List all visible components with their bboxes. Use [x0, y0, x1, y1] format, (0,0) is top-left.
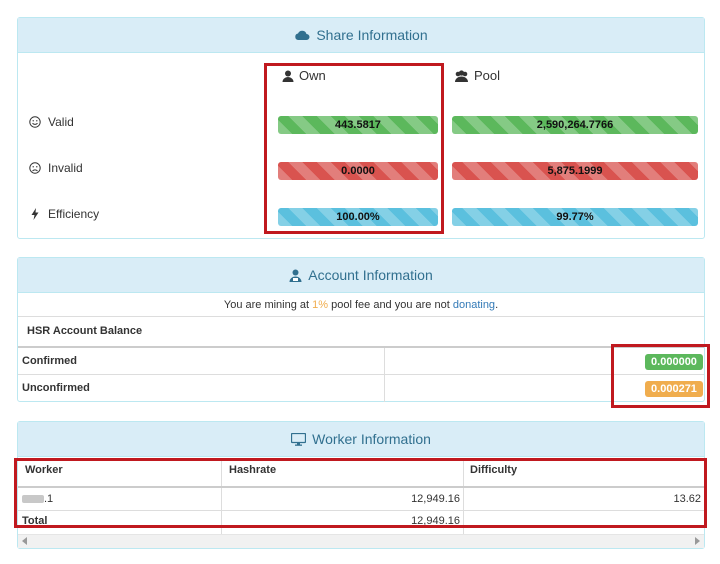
share-information-panel: Share Information Own Pool Valid 443.581…	[17, 17, 705, 239]
hashrate-column-header: Hashrate	[229, 464, 277, 476]
efficiency-pool-bar: 99.77%	[452, 208, 698, 226]
difficulty-column-header: Difficulty	[470, 464, 518, 476]
cloud-icon	[295, 30, 310, 40]
user-icon	[282, 70, 294, 82]
unconfirmed-badge: 0.000271	[645, 381, 703, 397]
own-column-header: Own	[282, 68, 326, 83]
worker-information-panel: Worker Information Worker Hashrate Diffi…	[17, 421, 705, 549]
smile-icon	[28, 116, 42, 128]
account-information-panel: Account Information You are mining at 1%…	[17, 257, 705, 402]
table-row: .1	[22, 491, 53, 507]
valid-pool-bar: 2,590,264.7766	[452, 116, 698, 134]
donating-link[interactable]: donating	[453, 299, 495, 311]
valid-row-label: Valid	[28, 115, 74, 129]
total-label: Total	[22, 515, 48, 527]
balance-heading: HSR Account Balance	[27, 325, 143, 337]
share-information-heading: Share Information	[18, 18, 704, 53]
pool-column-header: Pool	[454, 68, 500, 83]
invalid-row-label: Invalid	[28, 161, 83, 175]
invalid-pool-bar: 5,875.1999	[452, 162, 698, 180]
worker-column-header: Worker	[25, 464, 63, 476]
valid-own-bar: 443.5817	[278, 116, 438, 134]
monitor-icon	[291, 432, 307, 446]
worker-hashrate: 12,949.16	[411, 493, 460, 505]
total-hashrate: 12,949.16	[411, 515, 460, 527]
worker-name: .1	[44, 493, 54, 505]
worker-information-title: Worker Information	[312, 431, 431, 447]
mining-notice: You are mining at 1% pool fee and you ar…	[223, 299, 499, 311]
unconfirmed-label: Unconfirmed	[22, 382, 90, 394]
worker-name-blur	[22, 495, 44, 503]
confirmed-label: Confirmed	[22, 355, 77, 367]
scroll-left-arrow[interactable]	[22, 537, 27, 545]
account-information-title: Account Information	[308, 267, 433, 283]
share-information-title: Share Information	[316, 27, 428, 43]
efficiency-own-bar: 100.00%	[278, 208, 438, 226]
bolt-icon	[28, 208, 42, 220]
worker-difficulty: 13.62	[673, 493, 701, 505]
account-information-heading: Account Information	[18, 258, 704, 293]
invalid-own-bar: 0.0000	[278, 162, 438, 180]
user-tie-icon	[289, 269, 302, 282]
frown-icon	[28, 162, 42, 174]
confirmed-badge: 0.000000	[645, 354, 703, 370]
users-icon	[455, 69, 468, 82]
scroll-right-arrow[interactable]	[695, 537, 700, 545]
worker-information-heading: Worker Information	[18, 422, 704, 457]
efficiency-row-label: Efficiency	[28, 207, 99, 221]
horizontal-scrollbar[interactable]	[18, 534, 704, 548]
fee-value: 1%	[312, 299, 329, 311]
